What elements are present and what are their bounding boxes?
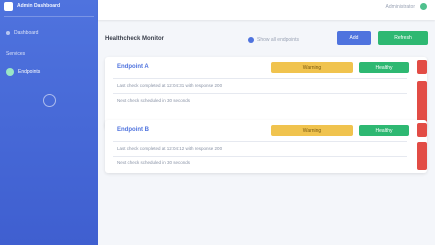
endpoints-icon: [6, 68, 14, 76]
card-detail: Next check scheduled in 30 seconds: [117, 98, 191, 103]
page-title: Healthcheck Monitor: [105, 36, 165, 42]
avatar[interactable]: [420, 3, 427, 10]
card-divider: [113, 156, 407, 157]
show-all-radio[interactable]: [248, 37, 254, 43]
healthy-button[interactable]: Healthy: [359, 62, 409, 73]
healthy-button[interactable]: Healthy: [359, 125, 409, 136]
card-detail: Last check completed at 12:04:12 with re…: [117, 146, 223, 151]
sidebar-item-label: Dashboard: [14, 30, 39, 36]
sidebar-item-services[interactable]: Services: [6, 49, 92, 59]
brand-name: Admin Dashboard: [17, 3, 61, 9]
danger-strip[interactable]: [417, 142, 427, 170]
delete-button[interactable]: [417, 123, 427, 137]
dashboard-icon: [6, 31, 10, 35]
card-divider: [113, 78, 407, 79]
topbar: Administrator: [98, 0, 435, 20]
app-logo-icon: [4, 1, 13, 11]
card-detail: Next check scheduled in 30 seconds: [117, 160, 191, 165]
sidebar-item-label: Services: [6, 51, 26, 57]
user-name[interactable]: Administrator: [386, 4, 415, 10]
warning-button[interactable]: Warning: [271, 62, 353, 73]
refresh-button[interactable]: Refresh: [378, 31, 428, 45]
card-divider: [113, 141, 407, 142]
sidebar-item-dashboard[interactable]: Dashboard: [6, 28, 92, 38]
delete-button[interactable]: [417, 60, 427, 74]
endpoint-card: Endpoint A Warning Healthy Last check co…: [105, 57, 427, 129]
sidebar-item-endpoints[interactable]: Endpoints: [6, 67, 92, 77]
sidebar: Admin Dashboard Dashboard Services Endpo…: [0, 0, 98, 245]
sidebar-item-label: Endpoints: [18, 69, 41, 75]
main-content: Healthcheck Monitor Show all endpoints A…: [98, 20, 435, 245]
warning-button[interactable]: Warning: [271, 125, 353, 136]
endpoint-card: Endpoint B Warning Healthy Last check co…: [105, 120, 427, 173]
danger-strip[interactable]: [417, 81, 427, 125]
page-header: Healthcheck Monitor Show all endpoints A…: [105, 31, 428, 48]
brand[interactable]: Admin Dashboard: [4, 0, 60, 12]
card-detail: Last check completed at 12:04:31 with re…: [117, 83, 223, 88]
card-title[interactable]: Endpoint A: [117, 64, 149, 70]
sidebar-divider: [4, 16, 94, 17]
card-divider: [113, 93, 407, 94]
add-button[interactable]: Add: [337, 31, 371, 45]
radio-label: Show all endpoints: [257, 37, 299, 43]
sidebar-toggle-button[interactable]: [43, 94, 56, 107]
card-title[interactable]: Endpoint B: [117, 127, 149, 133]
